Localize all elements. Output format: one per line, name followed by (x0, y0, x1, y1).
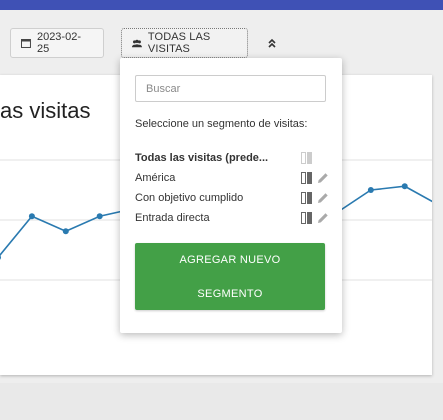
segment-item-label: Todas las visitas (prede... (135, 152, 269, 164)
data-point[interactable] (62, 228, 69, 235)
segment-item-label: Entrada directa (135, 212, 210, 224)
segment-selector-label: TODAS LAS VISITAS (147, 31, 211, 55)
segment-item-label: Con objetivo cumplido (135, 192, 244, 204)
segment-list: Todas las visitas (prede... América Con ob… (135, 148, 330, 228)
top-app-bar (0, 0, 443, 10)
compare-icon[interactable] (299, 191, 313, 205)
data-point[interactable] (28, 213, 35, 220)
data-point[interactable] (96, 213, 103, 220)
compare-icon-disabled (299, 151, 313, 165)
card-title: as visitas (0, 98, 91, 123)
data-point[interactable] (401, 183, 408, 190)
users-icon (132, 39, 142, 47)
date-label: 2023-02-25 (36, 31, 81, 55)
segment-hint-text: Seleccione un segmento de visitas: (135, 118, 308, 130)
pencil-icon (316, 151, 330, 165)
chevron-up-double-icon[interactable] (263, 34, 281, 52)
calendar-icon (21, 39, 31, 48)
date-selector-button[interactable]: 2023-02-25 (10, 28, 104, 58)
data-point[interactable] (367, 187, 374, 193)
segment-item-label: América (135, 172, 176, 184)
segment-item[interactable]: Todas las visitas (prede... (135, 148, 330, 168)
add-segment-label-line1: AGREGAR NUEVO (179, 254, 281, 266)
segment-search-input[interactable] (135, 75, 326, 102)
add-segment-button[interactable]: AGREGAR NUEVO SEGMENTO (135, 243, 325, 310)
pencil-icon[interactable] (316, 211, 330, 225)
segment-item[interactable]: Entrada directa (135, 208, 330, 228)
pencil-icon[interactable] (316, 191, 330, 205)
compare-icon[interactable] (299, 211, 313, 225)
next-card-area (0, 383, 443, 420)
segment-dropdown: Seleccione un segmento de visitas: Todas… (120, 58, 342, 333)
pencil-icon[interactable] (316, 171, 330, 185)
segment-selector-button[interactable]: TODAS LAS VISITAS (121, 28, 248, 58)
segment-item[interactable]: Con objetivo cumplido (135, 188, 330, 208)
compare-icon[interactable] (299, 171, 313, 185)
segment-item[interactable]: América (135, 168, 330, 188)
add-segment-label-line2: SEGMENTO (197, 288, 263, 300)
